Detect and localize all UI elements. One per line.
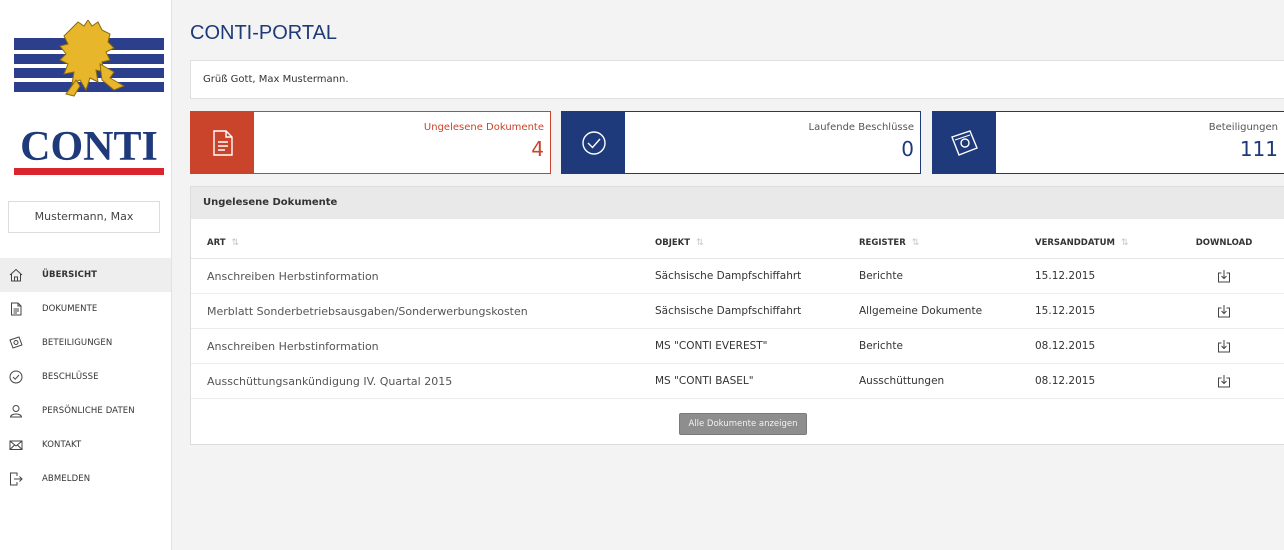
cell-register: Ausschüttungen (859, 375, 945, 387)
documents-table: ART ⇅ OBJEKT ⇅ REGISTER ⇅ VERSANDDATUM ⇅ DOW… (191, 219, 1284, 399)
mail-icon (9, 440, 23, 450)
svg-text:CONTI: CONTI (20, 124, 158, 170)
unread-documents-panel: Ungelesene Dokumente ART ⇅ OBJEKT ⇅ REGIST… (190, 186, 1284, 445)
card-label: Beteiligungen (1208, 122, 1278, 133)
download-button[interactable] (1183, 294, 1265, 328)
document-icon (11, 302, 22, 316)
cell-register: Allgemeine Dokumente (859, 305, 983, 317)
card-beteiligungen[interactable]: Beteiligungen 111 (932, 111, 1284, 174)
card-label: Laufende Beschlüsse (808, 122, 914, 133)
column-header-objekt[interactable]: OBJEKT ⇅ (655, 219, 704, 258)
check-circle-icon (581, 130, 606, 155)
sidebar-item-kontakt[interactable]: KONTAKT (0, 428, 171, 462)
home-icon (9, 268, 23, 282)
cell-versanddatum: 08.12.2015 (1035, 340, 1096, 352)
table-row[interactable]: Anschreiben Herbstinformation MS "CONTI … (191, 329, 1284, 364)
download-icon (1218, 305, 1230, 318)
show-all-documents-button[interactable]: Alle Dokumente anzeigen (679, 413, 807, 435)
download-icon (1218, 375, 1230, 388)
user-icon (9, 405, 23, 418)
cell-versanddatum: 15.12.2015 (1035, 305, 1096, 317)
cell-art[interactable]: Anschreiben Herbstinformation (207, 259, 379, 293)
user-name-box: Mustermann, Max (8, 201, 160, 233)
column-header-art[interactable]: ART ⇅ (207, 219, 239, 258)
sort-icon: ⇅ (696, 237, 704, 248)
sidebar-item-label: BETEILIGUNGEN (42, 338, 113, 348)
cell-art[interactable]: Anschreiben Herbstinformation (207, 329, 379, 363)
download-button[interactable] (1183, 259, 1265, 293)
greeting-bar: Grüß Gott, Max Mustermann. (190, 60, 1284, 99)
column-header-versanddatum[interactable]: VERSANDDATUM ⇅ (1035, 219, 1128, 258)
cell-objekt: MS "CONTI EVEREST" (655, 340, 768, 352)
card-value: 0 (901, 137, 914, 161)
cell-art[interactable]: Ausschüttungsankündigung IV. Quartal 201… (207, 364, 452, 398)
card-label: Ungelesene Dokumente (423, 122, 544, 133)
sort-icon: ⇅ (911, 237, 920, 248)
sidebar-item-label: ABMELDEN (42, 474, 91, 484)
page-title: CONTI-PORTAL (190, 22, 338, 44)
card-icon-box (191, 112, 254, 173)
cell-objekt: Sächsische Dampfschiffahrt (655, 270, 802, 282)
cell-register: Berichte (859, 340, 903, 352)
sort-icon: ⇅ (1120, 237, 1129, 248)
sidebar: CONTI Mustermann, Max ÜBERSICHT DOKUMENT… (0, 0, 172, 550)
cell-art[interactable]: Merblatt Sonderbetriebsausgaben/Sonderwe… (207, 294, 528, 328)
download-icon (1218, 340, 1230, 353)
download-icon (1218, 270, 1230, 283)
sidebar-item-beschluesse[interactable]: BESCHLÜSSE (0, 360, 171, 394)
sidebar-item-label: KONTAKT (42, 440, 82, 450)
column-header-download: DOWNLOAD (1195, 237, 1253, 248)
sidebar-nav: ÜBERSICHT DOKUMENTE BETEILIGUNGEN BESCHL… (0, 258, 171, 496)
card-icon-box (933, 112, 996, 173)
sidebar-item-label: DOKUMENTE (42, 304, 98, 314)
cell-versanddatum: 08.12.2015 (1035, 375, 1096, 387)
sidebar-item-label: PERSÖNLICHE DATEN (42, 406, 135, 416)
sidebar-item-beteiligungen[interactable]: BETEILIGUNGEN (0, 326, 171, 360)
card-icon-box (562, 112, 625, 173)
panel-title: Ungelesene Dokumente (191, 187, 1284, 219)
cell-versanddatum: 15.12.2015 (1035, 270, 1096, 282)
cell-objekt: Sächsische Dampfschiffahrt (655, 305, 802, 317)
money-icon (950, 129, 978, 156)
card-laufende-beschluesse[interactable]: Laufende Beschlüsse 0 (561, 111, 921, 174)
sidebar-item-dokumente[interactable]: DOKUMENTE (0, 292, 171, 326)
table-row[interactable]: Ausschüttungsankündigung IV. Quartal 201… (191, 364, 1284, 399)
sidebar-item-persoenliche-daten[interactable]: PERSÖNLICHE DATEN (0, 394, 171, 428)
table-header-row: ART ⇅ OBJEKT ⇅ REGISTER ⇅ VERSANDDATUM ⇅ DOW… (191, 219, 1284, 259)
document-icon (212, 129, 233, 156)
card-value: 4 (531, 137, 544, 161)
sort-icon: ⇅ (231, 237, 240, 248)
card-ungelesene-dokumente[interactable]: Ungelesene Dokumente 4 (190, 111, 551, 174)
cell-objekt: MS "CONTI BASEL" (655, 375, 754, 387)
table-row[interactable]: Anschreiben Herbstinformation Sächsische… (191, 259, 1284, 294)
sidebar-item-abmelden[interactable]: ABMELDEN (0, 462, 171, 496)
money-icon (9, 336, 23, 349)
logout-icon (10, 472, 23, 486)
sidebar-item-label: BESCHLÜSSE (42, 372, 99, 382)
card-value: 111 (1239, 137, 1278, 161)
download-button[interactable] (1183, 329, 1265, 363)
table-row[interactable]: Merblatt Sonderbetriebsausgaben/Sonderwe… (191, 294, 1284, 329)
column-header-register[interactable]: REGISTER ⇅ (859, 219, 919, 258)
cell-register: Berichte (859, 270, 903, 282)
sidebar-item-uebersicht[interactable]: ÜBERSICHT (0, 258, 171, 292)
check-circle-icon (9, 370, 23, 384)
sidebar-item-label: ÜBERSICHT (42, 270, 98, 280)
conti-logo[interactable]: CONTI (14, 20, 164, 180)
download-button[interactable] (1183, 364, 1265, 398)
